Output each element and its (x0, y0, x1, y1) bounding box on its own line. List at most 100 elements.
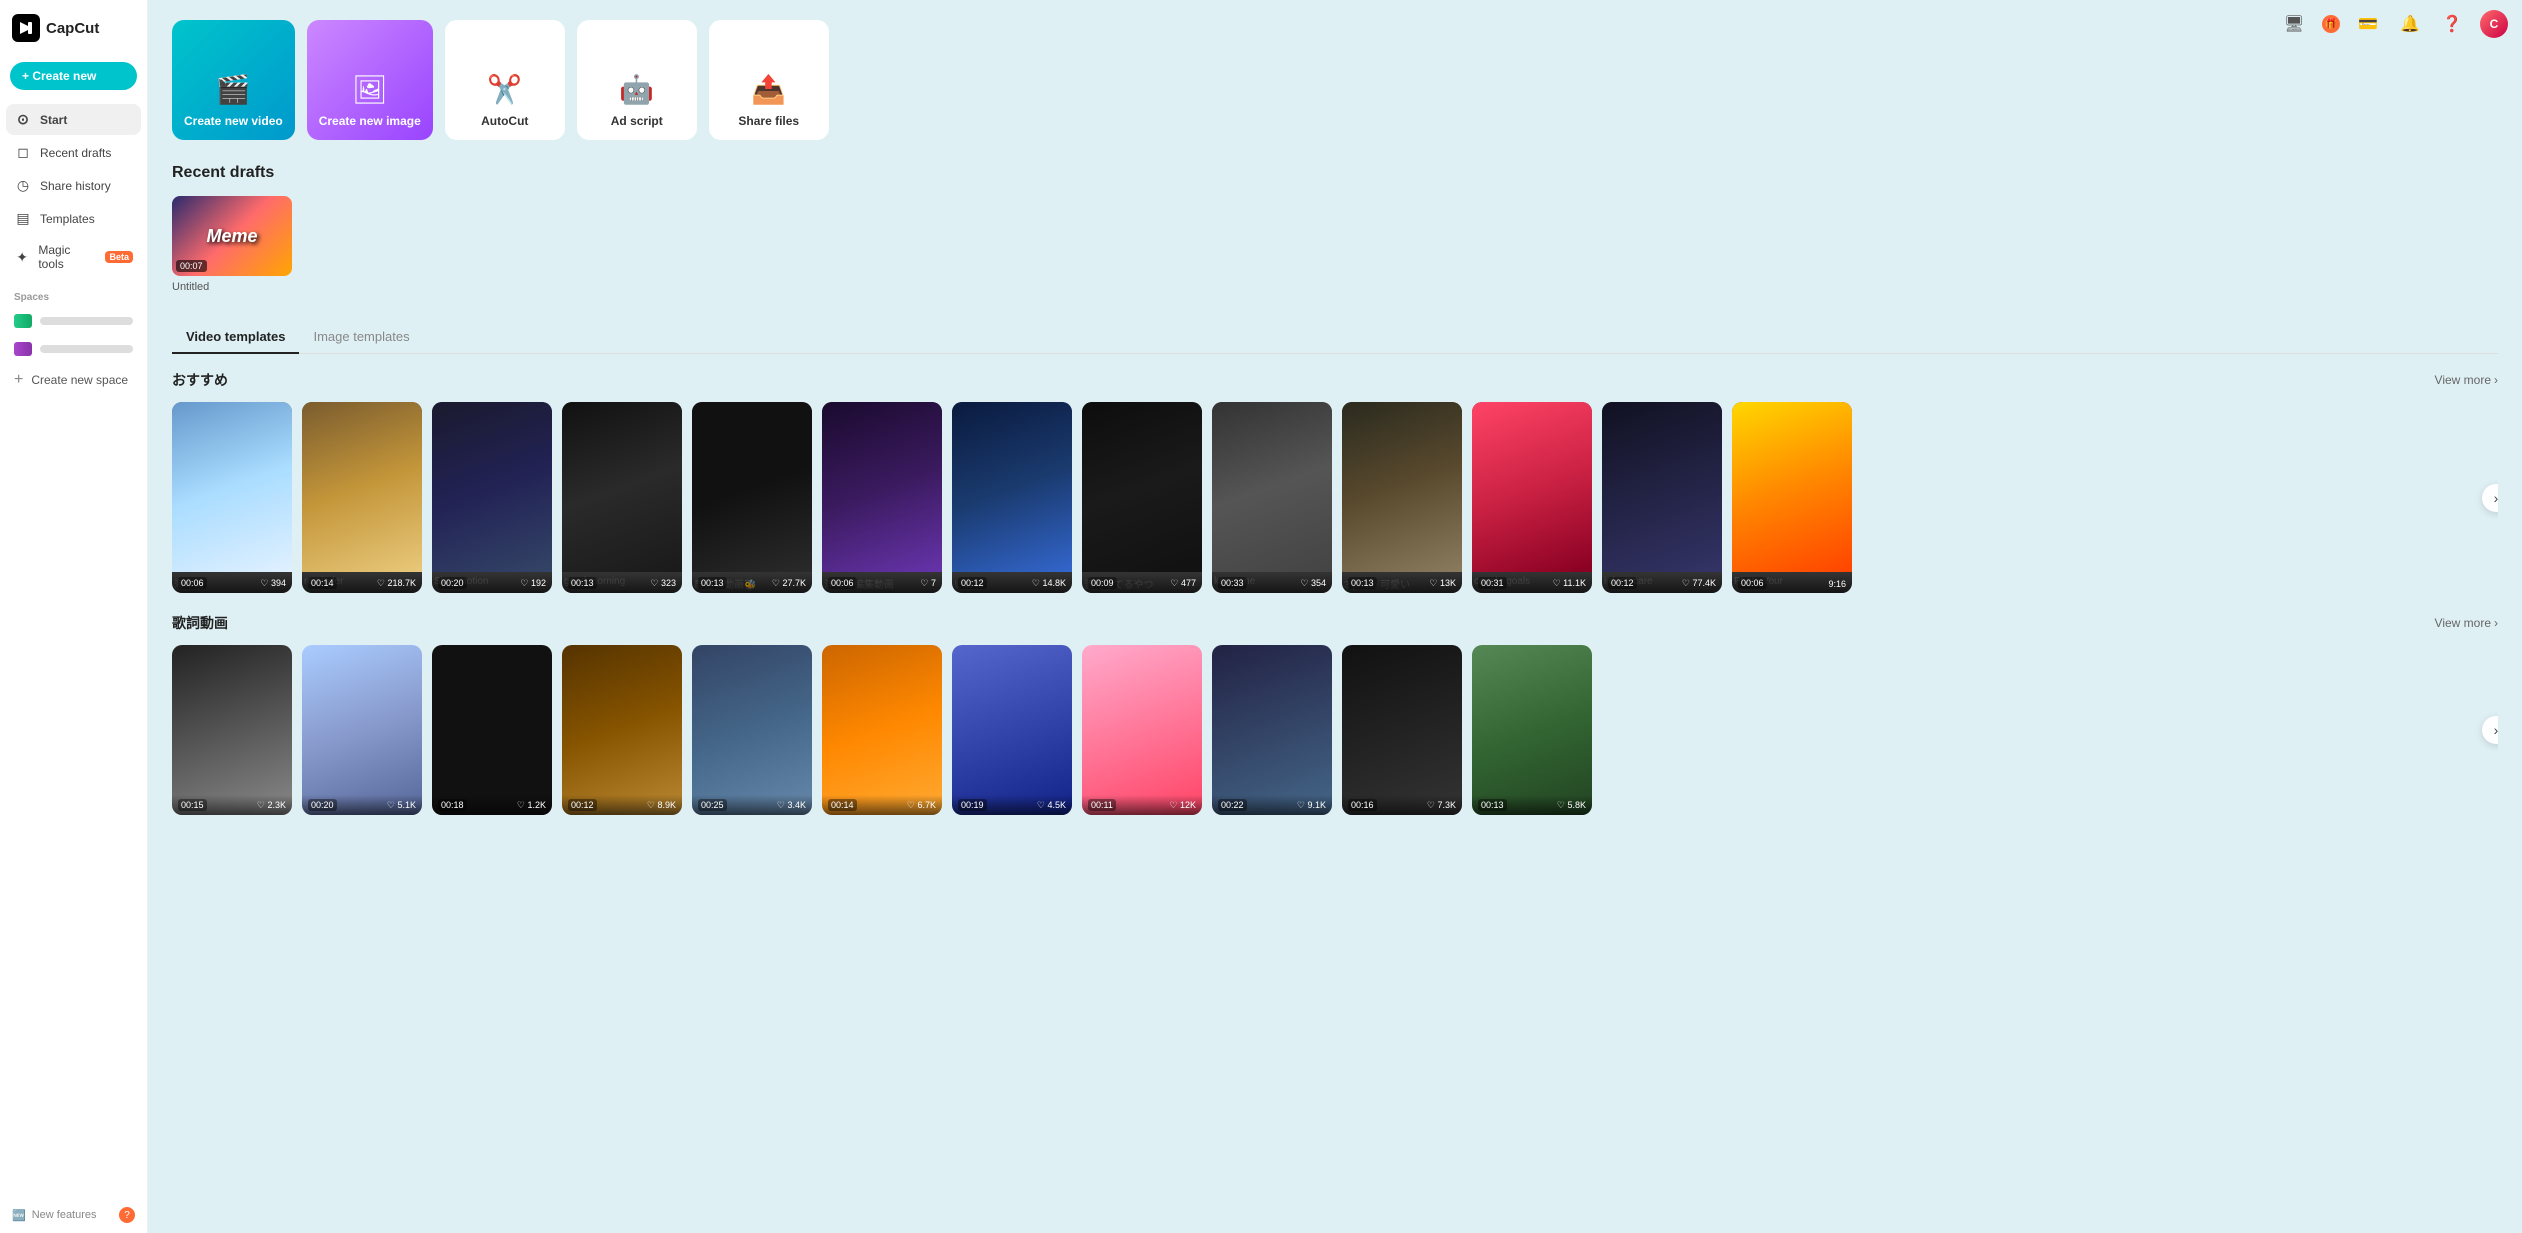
recent-drafts-title: Recent drafts (172, 164, 2498, 182)
template-likes: ♡ 477 (1170, 578, 1196, 589)
create-video-label: Create new video (184, 114, 283, 128)
template-duration: 00:20 (438, 577, 467, 589)
template-card[interactable]: 00:06♡ 7洋楽で編集動画 (822, 402, 942, 593)
template-card[interactable]: 00:16 ♡ 7.3K (1342, 645, 1462, 815)
start-icon: ⊙ (14, 111, 32, 128)
gift-icon[interactable]: 🎁 (2322, 15, 2340, 33)
view-more-recommended[interactable]: View more › (2435, 373, 2498, 387)
sidebar-item-templates[interactable]: ▤ Templates (6, 203, 141, 234)
template-likes: ♡ 3.4K (777, 800, 806, 811)
template-duration: 00:18 (438, 799, 467, 811)
template-duration: 00:25 (698, 799, 727, 811)
scroll-right-lyrics[interactable]: › (2482, 716, 2498, 744)
video-icon: 🎬 (216, 73, 251, 106)
beta-badge: Beta (105, 251, 133, 263)
image-icon: 🖼 (352, 73, 388, 106)
space-item-1[interactable] (6, 309, 141, 333)
template-duration: 00:13 (698, 577, 727, 589)
template-likes: ♡ 12K (1169, 800, 1196, 811)
sidebar-item-share-history[interactable]: ◷ Share history (6, 170, 141, 201)
template-card[interactable]: 00:20♡ 5.1K (302, 645, 422, 815)
sidebar-item-start[interactable]: ⊙ Start (6, 104, 141, 135)
template-likes: ♡ 4.5K (1037, 800, 1066, 811)
template-card[interactable]: 00:13♡ 323good morning (562, 402, 682, 593)
template-card[interactable]: 00:12♡ 8.9K (562, 645, 682, 815)
create-new-video-card[interactable]: 🎬 Create new video (172, 20, 295, 140)
template-likes: ♡ 14.8K (1032, 578, 1066, 589)
sidebar-item-label: Magic tools (38, 243, 93, 271)
template-likes: ♡ 6.7K (907, 800, 936, 811)
share-files-label: Share files (738, 114, 799, 128)
template-card[interactable]: 00:15♡ 2.3K (172, 645, 292, 815)
template-card[interactable]: 00:19♡ 4.5K (952, 645, 1072, 815)
template-card[interactable]: 00:25 ♡ 3.4K (692, 645, 812, 815)
quick-actions-row: 🎬 Create new video 🖼 Create new image ✂️… (172, 20, 2498, 140)
section-category-lyrics: 歌詞動画 (172, 613, 228, 633)
sidebar-item-recent-drafts[interactable]: ◻ Recent drafts (6, 137, 141, 168)
template-likes: ♡ 7.3K (1427, 800, 1456, 811)
autocut-icon: ✂️ (487, 73, 522, 106)
template-card[interactable]: 00:12♡ 77.4Ki don't care (1602, 402, 1722, 593)
template-duration: 00:06 (828, 577, 857, 589)
template-duration: 00:16 (1348, 799, 1377, 811)
template-card[interactable]: 00:13♡ 27.7K群迷気動画🐝 (692, 402, 812, 593)
template-duration: 00:06 (1738, 577, 1767, 589)
sidebar-item-label: Recent drafts (40, 146, 111, 160)
plus-icon: + (14, 371, 23, 389)
scroll-right-recommended[interactable]: › (2482, 484, 2498, 512)
template-duration: 00:13 (1348, 577, 1377, 589)
template-likes: ♡ 77.4K (1682, 578, 1716, 589)
template-card[interactable]: 00:11♡ 12K (1082, 645, 1202, 815)
template-card[interactable]: 00:13♡ 13K3 photo 可愛い (1342, 402, 1462, 593)
template-likes: ♡ 323 (650, 578, 676, 589)
sidebar-item-magic-tools[interactable]: ✦ Magic tools Beta (6, 236, 141, 278)
template-card[interactable]: 00:09♡ 477流行ってるやつ (1082, 402, 1202, 593)
monitor-icon[interactable]: 🖥 (2280, 10, 2308, 38)
create-new-image-card[interactable]: 🖼 Create new image (307, 20, 433, 140)
space-item-2[interactable] (6, 337, 141, 361)
template-duration: 00:13 (1478, 799, 1507, 811)
template-card[interactable]: 00:22♡ 9.1K (1212, 645, 1332, 815)
template-duration: 00:31 (1478, 577, 1507, 589)
main-content: 🎬 Create new video 🖼 Create new image ✂️… (148, 0, 2522, 1233)
logo-area[interactable]: CapCut (0, 0, 147, 56)
template-card[interactable]: 00:33♡ 354koresene (1212, 402, 1332, 593)
tab-image-templates[interactable]: Image templates (299, 321, 423, 354)
template-likes: ♡ 5.1K (387, 800, 416, 811)
template-card[interactable]: 00:069:16Photo Your (1732, 402, 1852, 593)
template-likes: ♡ 218.7K (377, 578, 416, 589)
section-header-lyrics: 歌詞動画 View more › (172, 613, 2498, 633)
new-features-item[interactable]: 🆕 New features ? (0, 1197, 147, 1233)
autocut-label: AutoCut (481, 114, 528, 128)
create-new-space-button[interactable]: + Create new space (6, 365, 141, 395)
template-card[interactable]: 00:20♡ 192Slow motion (432, 402, 552, 593)
template-card[interactable]: 00:14♡ 6.7K (822, 645, 942, 815)
template-duration: 00:12 (568, 799, 597, 811)
draft-duration: 00:07 (176, 260, 207, 272)
create-new-button[interactable]: + Create new (10, 62, 137, 90)
template-duration: 00:13 (568, 577, 597, 589)
template-duration: 00:06 (178, 577, 207, 589)
bell-icon[interactable]: 🔔 (2396, 10, 2424, 38)
avatar[interactable]: C (2480, 10, 2508, 38)
template-likes: ♡ 2.3K (257, 800, 286, 811)
template-card[interactable]: 00:18♡ 1.2K (432, 645, 552, 815)
template-card[interactable]: 00:12♡ 14.8Kいおね (952, 402, 1072, 593)
billing-icon[interactable]: 💳 (2354, 10, 2382, 38)
draft-card[interactable]: Meme 00:07 Untitled (172, 196, 292, 293)
template-card[interactable]: 00:13♡ 5.8K (1472, 645, 1592, 815)
lyrics-templates-scroll: 00:15♡ 2.3K 00:20♡ 5.1K 00:18♡ 1.2K 00:1… (172, 645, 2498, 815)
help-icon[interactable]: ❓ (2438, 10, 2466, 38)
template-card[interactable]: 00:31♡ 11.1Kcouple goals (1472, 402, 1592, 593)
template-duration: 00:33 (1218, 577, 1247, 589)
template-card[interactable]: 00:14♡ 218.7Kreminder (302, 402, 422, 593)
share-files-card[interactable]: 📤 Share files (709, 20, 829, 140)
view-more-label: View more (2435, 616, 2491, 630)
autocut-card[interactable]: ✂️ AutoCut (445, 20, 565, 140)
section-header-recommended: おすすめ View more › (172, 370, 2498, 390)
template-card[interactable]: 00:06♡ 394海の波 (172, 402, 292, 593)
tab-video-templates[interactable]: Video templates (172, 321, 299, 354)
ad-script-card[interactable]: 🤖 Ad script (577, 20, 697, 140)
sidebar-item-label: Share history (40, 179, 111, 193)
view-more-lyrics[interactable]: View more › (2435, 616, 2498, 630)
